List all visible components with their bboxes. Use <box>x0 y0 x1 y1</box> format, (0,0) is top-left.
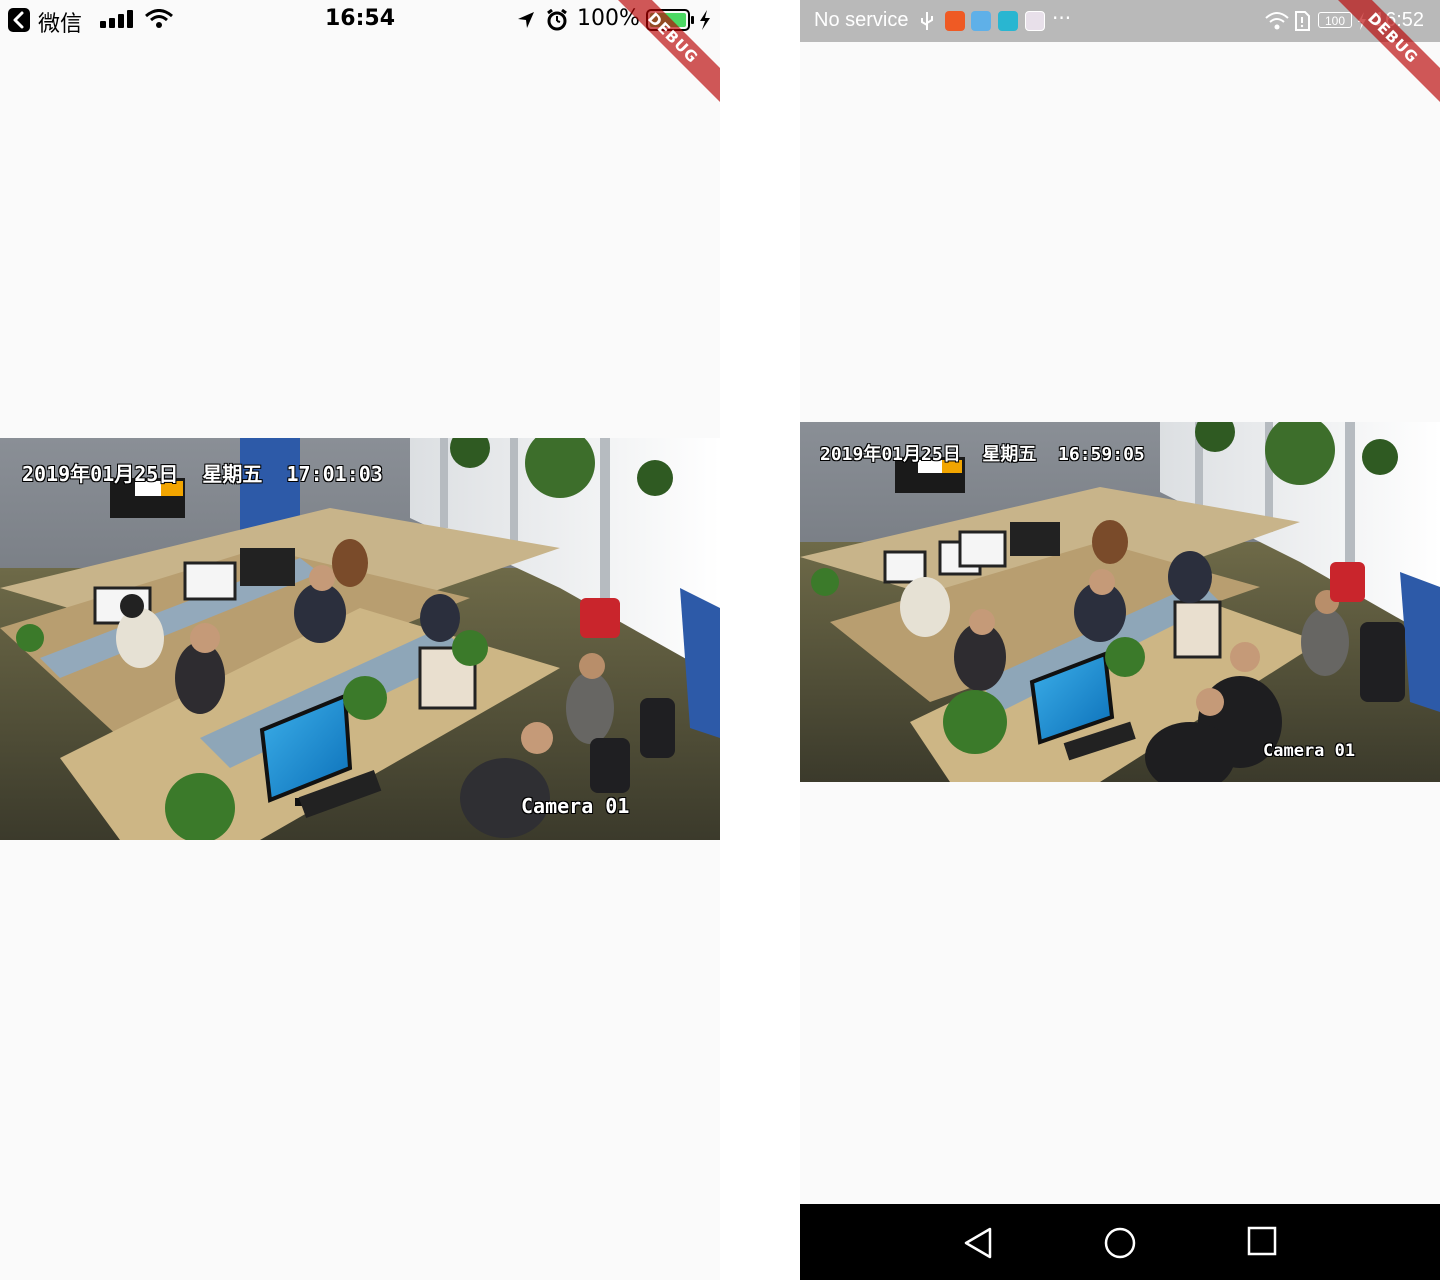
charging-bolt-icon <box>1358 12 1366 30</box>
home-icon[interactable] <box>1103 1226 1137 1260</box>
ios-status-bar: 微信 16:54 100% <box>0 0 720 40</box>
video-timestamp: 2019年01月25日 星期五 16:59:05 <box>820 444 1145 465</box>
camera-video-frame[interactable]: 2019年01月25日 星期五 17:01:03 Camera 01 <box>0 438 720 840</box>
android-navigation-bar <box>800 1204 1440 1280</box>
alarm-icon <box>547 9 567 31</box>
sim-icon <box>1295 11 1310 31</box>
wifi-icon <box>1265 12 1289 30</box>
battery-level: 100 <box>1318 12 1352 28</box>
video-app-icon <box>945 11 965 31</box>
android-clock: 16:52 <box>1374 9 1425 31</box>
notes-app-icon <box>998 11 1018 31</box>
battery-percent: 100% <box>577 6 640 31</box>
ios-screen: 微信 16:54 100% DEBUG 2019年01月25日 星期五 17:0… <box>0 0 720 1280</box>
recents-icon[interactable] <box>1247 1226 1277 1256</box>
charging-bolt-icon <box>700 10 710 30</box>
photos-app-icon <box>1025 11 1045 31</box>
back-icon[interactable] <box>962 1226 994 1260</box>
battery-icon <box>646 9 694 31</box>
camera-label: Camera 01 <box>1263 741 1356 761</box>
camera-label: Camera 01 <box>521 794 630 818</box>
telegram-app-icon <box>971 11 991 31</box>
office-camera-scene <box>0 438 720 840</box>
android-status-bar: No service ··· 100 16:52 <box>800 0 1440 42</box>
more-notifications-icon: ··· <box>1052 6 1072 30</box>
android-screen: No service ··· 100 16:52 DEBUG 2019年01月2… <box>800 0 1440 1280</box>
video-timestamp: 2019年01月25日 星期五 17:01:03 <box>22 462 383 486</box>
camera-video-frame[interactable]: 2019年01月25日 星期五 16:59:05 Camera 01 <box>800 422 1440 782</box>
carrier-label: No service <box>814 9 909 31</box>
location-arrow-icon <box>518 12 534 28</box>
usb-icon <box>921 12 933 30</box>
office-camera-scene <box>800 422 1440 782</box>
